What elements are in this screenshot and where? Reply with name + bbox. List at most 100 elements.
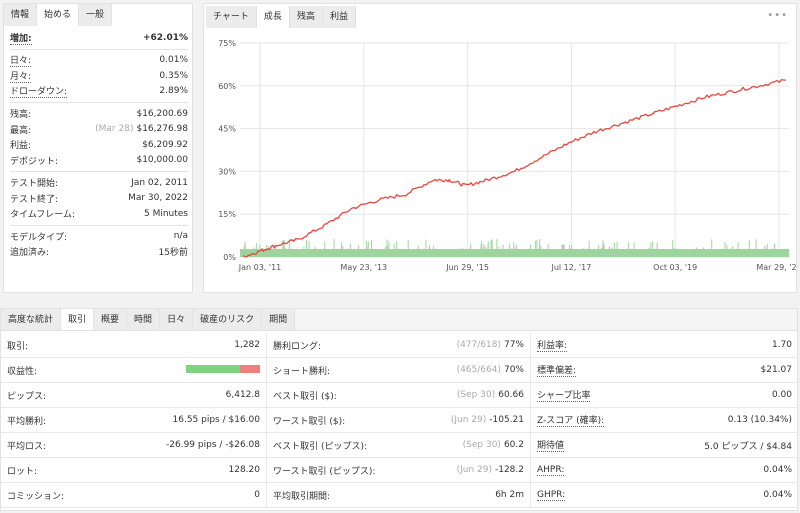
stat-value-group: (Mar 28) $16,276.98 — [95, 124, 188, 134]
stat-value: 0.01% — [159, 55, 188, 66]
x-tick-label: Jul 12, '17 — [550, 263, 591, 272]
volume-bar — [490, 240, 492, 257]
x-tick-label: Jun 29, '15 — [445, 263, 489, 272]
stats-tab-3[interactable]: 時間 — [127, 309, 161, 330]
stats-tab-5[interactable]: 破産のリスク — [193, 309, 263, 330]
table-row: 取引: 1,282 勝利ロング: (477/618) 77% 利益率: 1.70 — [1, 333, 798, 358]
volume-bar — [534, 240, 536, 257]
table-cell: GHPR: 0.04% — [531, 483, 798, 507]
stats-tab-0[interactable]: 高度な統計 — [1, 309, 62, 330]
cell-value: 0.13 (10.34%) — [727, 415, 792, 425]
divider — [10, 102, 188, 103]
cell-label: 期待値 — [537, 438, 565, 452]
stat-label: 日々: — [10, 53, 32, 68]
volume-bar — [582, 248, 584, 257]
cell-label: 平均ロス: — [7, 441, 47, 452]
cell-date: (Sep 30) — [462, 440, 501, 450]
volume-bar — [275, 245, 277, 257]
volume-bar — [366, 246, 368, 257]
cell-value: 1,282 — [234, 340, 260, 350]
cell-value: 77% — [503, 340, 524, 350]
stat-label: 月々: — [10, 69, 32, 83]
cell-value: -128.2 — [494, 465, 524, 475]
cell-label: コミッション: — [7, 491, 65, 502]
table-cell: ベスト取引 ($): (Sep 30) 60.66 — [267, 383, 531, 407]
stat-label: 増加: — [10, 31, 32, 45]
volume-bar — [755, 239, 757, 257]
table-cell: Z-スコア (確率): 0.13 (10.34%) — [531, 408, 798, 432]
table-cell: コミッション: 0 — [1, 483, 267, 507]
cell-label: AHPR: — [537, 464, 565, 476]
volume-bar — [511, 248, 513, 257]
stat-value-group: $10,000.00 — [136, 155, 188, 165]
summary-tab-0[interactable]: 情報 — [4, 4, 38, 26]
volume-bar — [371, 240, 373, 257]
cell-label: 平均勝利: — [7, 416, 47, 427]
stat-label: タイムフレーム: — [10, 210, 76, 221]
volume-bar — [613, 242, 615, 257]
cell-label: 利益率: — [537, 338, 568, 352]
cell-label: 平均取引期間: — [273, 491, 331, 502]
stat-row: テスト終了: Mar 30, 2022 — [4, 191, 194, 207]
volume-bar — [332, 248, 334, 257]
cell-value-group: (465/664) 70% — [457, 365, 524, 375]
table-cell: 期待値 5.0 ピップス / $4.84 — [531, 433, 798, 457]
stat-label: 追加済み: — [10, 248, 50, 259]
volume-bar — [529, 244, 531, 257]
summary-tab-1[interactable]: 始める — [37, 4, 80, 26]
stats-table: 取引: 1,282 勝利ロング: (477/618) 77% 利益率: 1.70 収益性: ショ… — [1, 333, 798, 508]
growth-line — [242, 79, 787, 258]
volume-bar — [487, 241, 489, 257]
cell-value-group: -26.99 pips / -$26.08 — [166, 440, 260, 450]
volume-bar — [724, 241, 726, 257]
table-row: 平均ロス: -26.99 pips / -$26.08 ベスト取引 (ピップス): (… — [1, 433, 798, 458]
volume-bar — [428, 244, 430, 257]
cell-value: 16.55 pips / $16.00 — [172, 415, 261, 425]
cell-value-group: 0.04% — [763, 465, 792, 475]
volume-bar — [481, 248, 483, 257]
table-cell: ワースト取引 (ピップス): (Jun 29) -128.2 — [267, 458, 531, 482]
volume-bar — [540, 245, 542, 257]
volume-bar — [502, 244, 504, 257]
cell-value-group: (Sep 30) 60.2 — [463, 440, 524, 450]
cell-date: (Sep 30) — [456, 390, 496, 400]
volume-bar — [393, 244, 395, 257]
stat-label: 最高: — [10, 125, 32, 136]
stat-value-group: 15秒前 — [159, 245, 188, 258]
y-tick-label: 60% — [218, 82, 236, 91]
stats-tab-6[interactable]: 期間 — [262, 309, 296, 330]
stat-value-group: $16,200.69 — [136, 109, 188, 119]
stat-row: モデルタイプ: n/a — [4, 229, 194, 245]
volume-bar — [562, 244, 564, 257]
volume-bar — [496, 239, 498, 257]
stat-value-group: 0.01% — [159, 55, 188, 65]
stats-tab-2[interactable]: 概要 — [94, 309, 128, 330]
table-row: 収益性: ショート勝利: (465/664) 70% 標準偏差: $21.07 — [1, 358, 798, 383]
cell-date: (Jun 29) — [456, 465, 492, 475]
stat-row: デポジット: $10,000.00 — [4, 153, 194, 169]
cell-value: 128.20 — [228, 465, 261, 475]
cell-value: 0.04% — [763, 465, 792, 475]
volume-bar — [461, 247, 463, 257]
cell-label: ピップス: — [7, 391, 47, 402]
volume-bar — [608, 246, 610, 257]
cell-value: 1.70 — [771, 340, 792, 350]
volume-bar — [244, 241, 246, 257]
stat-value: 0.35% — [159, 70, 188, 81]
cell-date: (477/618) — [456, 340, 501, 350]
cell-value: 6h 2m — [495, 490, 524, 500]
volume-bar — [509, 243, 511, 257]
stat-value-group: n/a — [174, 231, 188, 241]
cell-value: -26.99 pips / -$26.08 — [166, 440, 260, 450]
summary-tab-2[interactable]: 一般 — [79, 4, 113, 26]
stats-tab-1[interactable]: 取引 — [61, 309, 95, 330]
stats-tab-4[interactable]: 日々 — [160, 309, 194, 330]
volume-bar — [732, 246, 734, 257]
volume-bar — [358, 245, 360, 257]
volume-bar — [571, 244, 573, 257]
cell-value-group: (Sep 30) 60.66 — [457, 390, 524, 400]
cell-label: ベスト取引 (ピップス): — [273, 441, 368, 452]
stat-row: タイムフレーム: 5 Minutes — [4, 206, 194, 222]
stat-value: +62.01% — [142, 32, 188, 43]
volume-bar — [412, 248, 414, 257]
